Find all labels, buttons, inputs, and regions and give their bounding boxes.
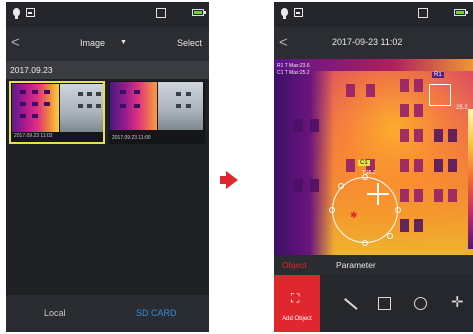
thumbnail-item[interactable]: 2017.09.23 11:00 bbox=[109, 81, 205, 144]
bulb-icon bbox=[13, 8, 20, 19]
top-nav: < Image ▼ Select bbox=[6, 27, 209, 61]
battery-icon bbox=[454, 9, 468, 16]
object-toolbar: ⛶ Add Object ✛ bbox=[274, 275, 473, 332]
date-group-header: 2017.09.23 bbox=[6, 61, 209, 79]
add-object-icon: ⛶ bbox=[291, 291, 300, 305]
thermal-image bbox=[110, 82, 157, 130]
thumbnail-caption: 2017.09.23 11:00 bbox=[112, 135, 151, 141]
tab-local[interactable]: Local bbox=[44, 308, 66, 318]
thumbnail-caption: 2017.09.23 11:02 bbox=[14, 133, 53, 139]
thumbnail-item[interactable]: 2017.09.23 11:02 bbox=[9, 81, 105, 144]
storage-tabs: Local SD CARD bbox=[6, 295, 209, 332]
resize-handle[interactable] bbox=[395, 207, 401, 213]
crosshair-icon bbox=[367, 193, 389, 195]
resize-handle[interactable] bbox=[387, 233, 393, 239]
arrow-right-icon bbox=[226, 171, 238, 189]
image-icon bbox=[26, 8, 35, 17]
add-object-button[interactable]: ⛶ Add Object bbox=[274, 275, 320, 332]
select-button[interactable]: Select bbox=[177, 38, 202, 48]
visual-photo bbox=[60, 84, 103, 132]
back-button[interactable]: < bbox=[11, 34, 20, 51]
image-timestamp: 2017-09-23 11:02 bbox=[332, 37, 403, 47]
visual-photo bbox=[158, 82, 203, 130]
c1-label: C1 bbox=[358, 160, 370, 166]
chevron-down-icon[interactable]: ▼ bbox=[120, 39, 127, 46]
image-icon bbox=[294, 8, 303, 17]
scale-max-value: 25.2 bbox=[456, 105, 468, 111]
tab-object[interactable]: Object bbox=[282, 260, 307, 270]
point-tool-icon[interactable]: ✛ bbox=[451, 293, 464, 311]
object-tabs: Object Parameter bbox=[274, 255, 473, 275]
r1-rectangle-roi[interactable] bbox=[429, 84, 451, 106]
min-temp-marker-icon: ✱ bbox=[350, 210, 358, 220]
rectangle-tool-icon[interactable] bbox=[378, 297, 391, 310]
r1-label: R1 bbox=[432, 72, 444, 78]
image-filter-dropdown[interactable]: Image bbox=[80, 38, 105, 48]
color-scale-bar bbox=[468, 109, 473, 249]
date-label: 2017.09.23 bbox=[10, 65, 53, 75]
thermal-cold-region bbox=[274, 59, 334, 255]
circle-tool-icon[interactable] bbox=[414, 297, 427, 310]
status-bar bbox=[274, 2, 473, 27]
resize-handle[interactable] bbox=[329, 207, 335, 213]
line-tool-icon[interactable] bbox=[344, 298, 358, 310]
resize-handle[interactable] bbox=[362, 240, 368, 246]
top-nav: < 2017-09-23 11:02 bbox=[274, 27, 473, 59]
thermal-image bbox=[12, 84, 59, 132]
tab-parameter[interactable]: Parameter bbox=[336, 260, 376, 270]
add-object-label: Add Object bbox=[282, 316, 312, 322]
sd-card-icon bbox=[418, 8, 428, 18]
status-bar bbox=[6, 2, 209, 27]
resize-handle[interactable] bbox=[338, 183, 344, 189]
battery-icon bbox=[192, 9, 206, 16]
c1-tmax-readout: C1 T Max:25.2 bbox=[277, 70, 310, 76]
image-detail-screen: < 2017-09-23 11:02 R1 T Max:23.6 C1 T Ma… bbox=[274, 2, 473, 332]
bulb-icon bbox=[281, 8, 288, 19]
tab-sd-card[interactable]: SD CARD bbox=[136, 308, 177, 318]
sd-card-icon bbox=[156, 8, 166, 18]
thermal-image-view[interactable]: R1 T Max:23.6 C1 T Max:25.2 R1 25.2 C1 T… bbox=[274, 59, 473, 255]
resize-handle[interactable] bbox=[362, 174, 368, 180]
gallery-screen: < Image ▼ Select 2017.09.23 2017.09.23 1… bbox=[6, 2, 209, 332]
r1-tmax-readout: R1 T Max:23.6 bbox=[277, 63, 310, 69]
back-button[interactable]: < bbox=[279, 34, 288, 51]
